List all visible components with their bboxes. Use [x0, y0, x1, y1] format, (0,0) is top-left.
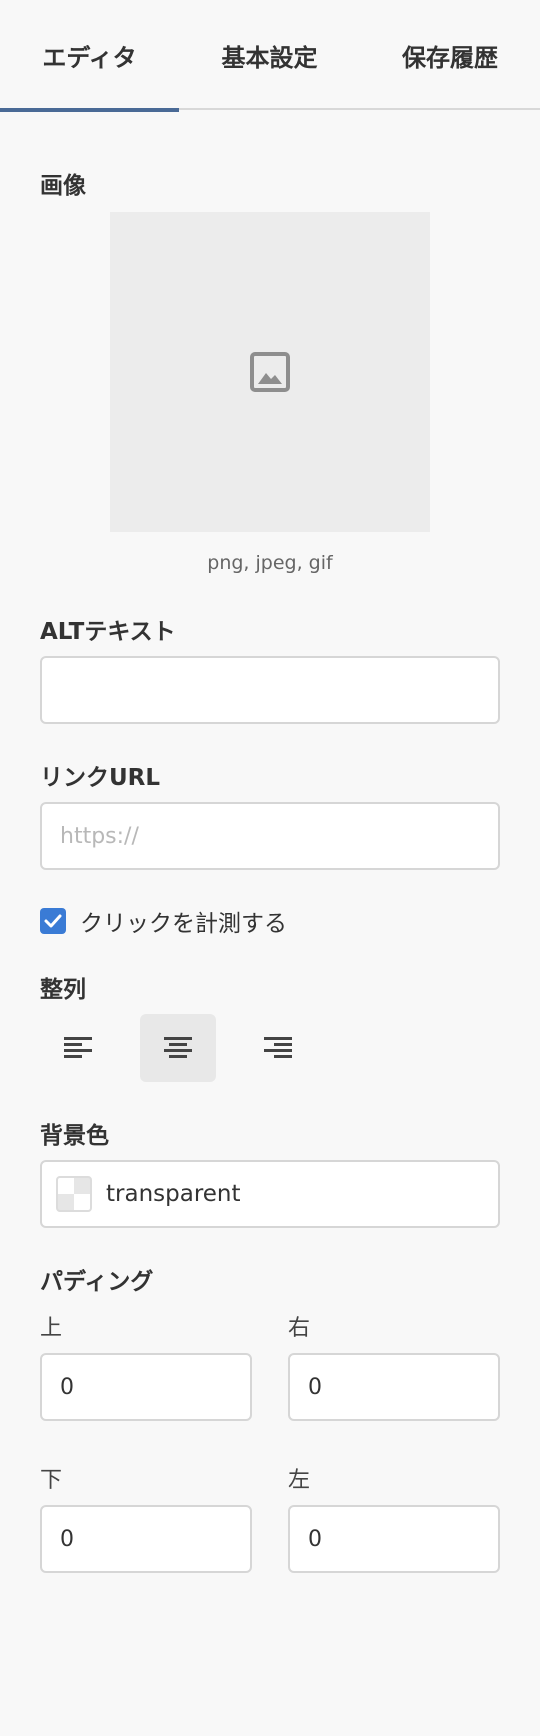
track-click-label: クリックを計測する	[80, 911, 287, 937]
padding-top-label: 上	[40, 1316, 63, 1341]
align-right-button[interactable]	[240, 1014, 316, 1082]
padding-left-input[interactable]	[288, 1505, 500, 1573]
align-center-icon	[164, 1037, 192, 1058]
tab-save-history[interactable]: 保存履歴	[360, 0, 540, 110]
padding-left-label: 左	[288, 1468, 311, 1493]
track-click-checkbox[interactable]	[40, 908, 66, 934]
background-color-value: transparent	[106, 1181, 241, 1207]
padding-right-label: 右	[288, 1316, 311, 1341]
alt-text-label: ALTテキスト	[40, 619, 176, 645]
checkmark-icon	[44, 914, 62, 928]
image-format-hint: png, jpeg, gif	[207, 552, 333, 574]
alt-text-input[interactable]	[40, 656, 500, 724]
padding-bottom-input[interactable]	[40, 1505, 252, 1573]
align-center-button[interactable]	[140, 1014, 216, 1082]
padding-right-input[interactable]	[288, 1353, 500, 1421]
tab-editor[interactable]: エディタ	[0, 0, 179, 112]
image-icon	[250, 352, 290, 392]
tab-bar: エディタ 基本設定 保存履歴	[0, 0, 540, 112]
link-url-input[interactable]	[40, 802, 500, 870]
padding-top-input[interactable]	[40, 1353, 252, 1421]
tab-save-history-label: 保存履歴	[402, 43, 498, 72]
track-click-row[interactable]: クリックを計測する	[40, 904, 287, 938]
align-left-icon	[64, 1037, 92, 1058]
background-color-picker[interactable]: transparent	[40, 1160, 500, 1228]
tab-basic-settings-label: 基本設定	[221, 43, 318, 72]
padding-label: パディング	[40, 1269, 154, 1295]
background-color-label: 背景色	[40, 1123, 109, 1149]
tab-basic-settings[interactable]: 基本設定	[179, 0, 360, 110]
align-right-icon	[264, 1037, 292, 1058]
alignment-label: 整列	[40, 977, 86, 1003]
image-upload-area[interactable]	[110, 212, 430, 532]
padding-bottom-label: 下	[40, 1468, 63, 1493]
image-label: 画像	[40, 173, 86, 199]
color-swatch[interactable]	[56, 1176, 92, 1212]
link-url-label: リンクURL	[40, 765, 161, 791]
tab-editor-label: エディタ	[42, 43, 137, 72]
align-left-button[interactable]	[40, 1014, 116, 1082]
